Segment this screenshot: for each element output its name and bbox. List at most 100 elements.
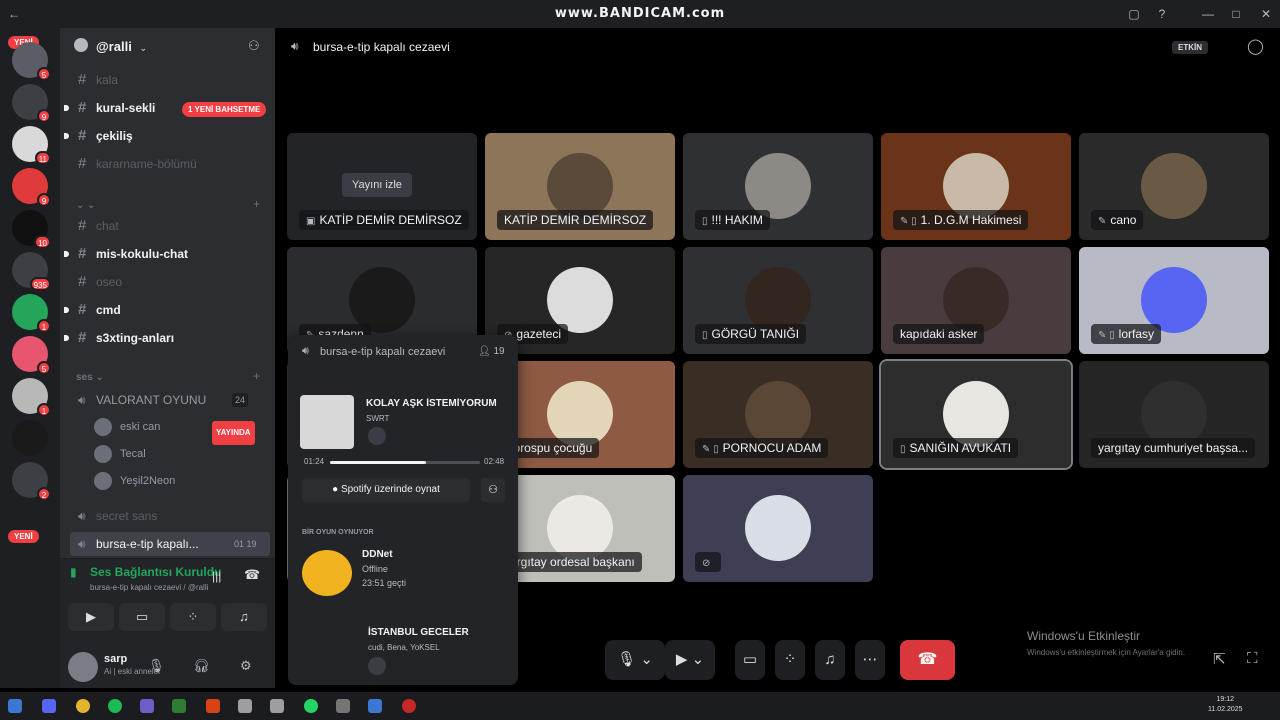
inbox-icon[interactable]: ▢ [1126, 6, 1142, 22]
participant-tile[interactable]: ▯ GÖRGÜ TANIĞI [683, 247, 873, 354]
app-icon[interactable] [140, 699, 154, 713]
participant-tile[interactable]: ✎ ▯ PORNOCU ADAM [683, 361, 873, 468]
participant-tile[interactable]: ▯ SANIĞIN AVUKATI [879, 359, 1073, 470]
status-icon: ✎ ▯ [900, 216, 917, 227]
spotify-icon[interactable] [108, 699, 122, 713]
activities-button[interactable]: ⁘ [775, 640, 805, 680]
participant-tile[interactable]: KATİP DEMİR DEMİRSOZ [485, 133, 675, 240]
participant-tile[interactable]: yargıtay cumhuriyet başsa... [1079, 361, 1269, 468]
participant-tile[interactable]: Yayını izle ▣ KATİP DEMİR DEMİRSOZ [287, 133, 477, 240]
server-icon[interactable]: 1 [12, 294, 51, 333]
new-pill-bottom[interactable]: YENİ [8, 530, 39, 543]
voice-channel-label: VALORANT OYUNU [96, 393, 207, 407]
screen-share-button[interactable]: ▭ [735, 640, 765, 680]
soundboard-button[interactable]: ♫ [815, 640, 845, 680]
server-icon[interactable]: 2 [12, 462, 51, 501]
voice-category[interactable]: ses ⌄ [76, 372, 104, 383]
voice-user[interactable]: Yeşil2Neon [94, 470, 175, 492]
participant-tile[interactable]: kapıdaki asker [881, 247, 1071, 354]
participant-name: cano [1110, 213, 1137, 227]
app-icon[interactable] [270, 699, 284, 713]
watch-stream-button[interactable]: Yayını izle [342, 173, 412, 197]
server-icon[interactable]: 9 [12, 84, 51, 123]
headphones-icon[interactable]: 🎧︎ [193, 658, 210, 674]
avatar[interactable] [68, 652, 98, 682]
chat-bubble-icon[interactable]: ◯ [1247, 37, 1264, 55]
activity-badge[interactable]: ETKİN [1172, 41, 1208, 54]
server-icon[interactable]: 5 [12, 42, 51, 81]
server-icon[interactable] [12, 420, 48, 456]
channel-item[interactable]: # cmd [64, 298, 270, 322]
channel-item[interactable]: # kararname-bölümü [70, 152, 270, 176]
discord-taskbar-icon[interactable] [42, 699, 56, 713]
add-voice-channel-icon[interactable]: + [253, 369, 260, 383]
participant-tile[interactable]: ✎ ▯ 1. D.G.M Hakimesi [881, 133, 1071, 240]
category-chevron[interactable]: ⌄ ⌄ [76, 200, 96, 211]
fullscreen-icon[interactable]: ⛶ [1247, 650, 1258, 667]
channel-item[interactable]: # kala [70, 68, 270, 92]
camera-button[interactable]: ▶ [68, 603, 114, 631]
channel-item[interactable]: # kural-sekli [64, 96, 270, 120]
server-header[interactable]: @ralli ⌄ ⚇ [60, 28, 275, 64]
channel-item[interactable]: # chat [70, 214, 270, 238]
channel-item[interactable]: # çekiliş [64, 124, 270, 148]
camera-toggle-button[interactable]: ▶ ⌄ [665, 640, 715, 680]
participant-name-tag: yargıtay ordesal başkanı [497, 552, 642, 572]
voice-user[interactable]: Tecal [94, 443, 146, 465]
close-button[interactable]: ✕ [1258, 6, 1274, 22]
channel-item[interactable]: # s3xting-anları [64, 326, 270, 350]
app-icon[interactable] [368, 699, 382, 713]
screen-share-button[interactable]: ▭ [119, 603, 165, 631]
app-icon[interactable] [206, 699, 220, 713]
voice-user[interactable]: eski can YAYINDA [94, 416, 255, 445]
channel-item[interactable]: # mis-kokulu-chat [64, 242, 270, 266]
activities-button[interactable]: ⁘ [170, 603, 216, 631]
play-on-spotify-button[interactable]: ● Spotify üzerinde oynat [302, 478, 470, 502]
server-icon[interactable]: 10 [12, 210, 51, 249]
participant-tile[interactable]: ⊘ [683, 475, 873, 582]
voice-channel-valorant[interactable]: 🔊︎ VALORANT OYUNU 24 [70, 388, 270, 412]
start-icon[interactable] [8, 699, 22, 713]
unread-indicator [64, 335, 69, 341]
mute-button[interactable]: 🎙︎ ⌄ [605, 640, 665, 680]
add-channel-icon[interactable]: + [253, 197, 260, 211]
participant-name: GÖRGÜ TANIĞI [711, 327, 800, 341]
more-options-button[interactable]: ⋯ [855, 640, 885, 680]
maximize-button[interactable]: □ [1228, 6, 1244, 22]
popout-icon[interactable]: ⇱ [1213, 650, 1226, 668]
server-icon[interactable]: 5 [12, 336, 51, 375]
app-icon[interactable] [238, 699, 252, 713]
chrome-icon[interactable] [76, 699, 90, 713]
server-icon[interactable]: 1 [12, 378, 51, 417]
participant-name-tag: ✎ ▯ lorfasy [1091, 324, 1162, 344]
taskbar-clock[interactable]: 19:12 11.02.2025 [1208, 695, 1243, 715]
help-icon[interactable]: ? [1154, 6, 1170, 22]
participant-tile[interactable]: ✎ cano [1079, 133, 1269, 240]
game-status: Offline [362, 564, 388, 574]
participant-name: SANIĞIN AVUKATI [909, 441, 1012, 455]
disconnect-icon[interactable]: ☎ [244, 567, 260, 583]
settings-gear-icon[interactable]: ⚙ [240, 658, 252, 674]
participant-tile[interactable]: ▯!!! HAKIM [683, 133, 873, 240]
minimize-button[interactable]: — [1200, 6, 1216, 22]
server-icon[interactable]: 11 [12, 126, 51, 165]
voice-channel-label: secret sans [96, 509, 158, 523]
app-icon[interactable] [172, 699, 186, 713]
record-icon[interactable] [402, 699, 416, 713]
voice-channel-active[interactable]: 🔊︎ bursa-e-tip kapalı... 01 19 [70, 532, 270, 556]
add-member-icon[interactable]: ⚇ [248, 38, 260, 54]
channel-item[interactable]: # oseo [70, 270, 270, 294]
microphone-icon[interactable]: 🎙︎ [148, 658, 165, 674]
listen-along-icon[interactable]: ⚇ [481, 478, 505, 502]
server-icon[interactable]: 935 [12, 252, 51, 291]
unread-badge: 9 [37, 109, 51, 123]
app-icon[interactable] [336, 699, 350, 713]
server-icon[interactable]: 9 [12, 168, 51, 207]
soundboard-button[interactable]: ♫ [221, 603, 267, 631]
voice-count: 24 [232, 393, 249, 407]
noise-suppression-icon[interactable]: ||| [212, 569, 221, 583]
voice-channel-secret[interactable]: 🔊︎ secret sans [70, 504, 270, 528]
whatsapp-icon[interactable] [304, 699, 318, 713]
disconnect-button[interactable]: ☎ [900, 640, 955, 680]
participant-tile[interactable]: ✎ ▯ lorfasy [1079, 247, 1269, 354]
